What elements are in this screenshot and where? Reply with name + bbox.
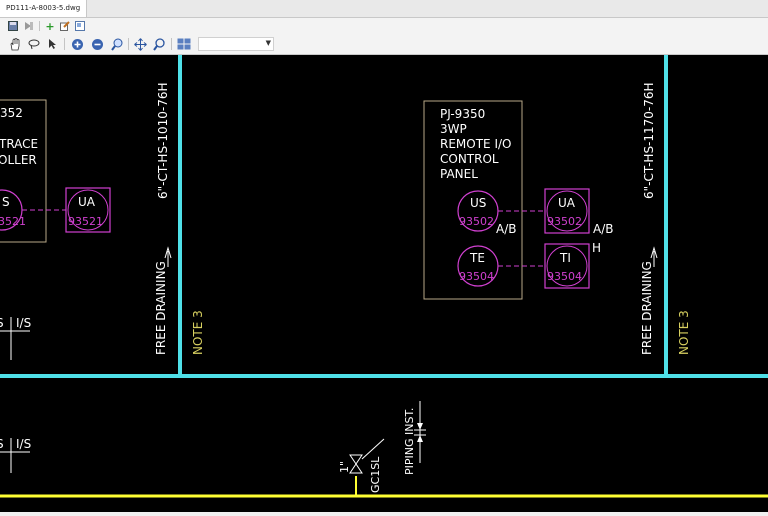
instrument-ti-num: 93504 — [547, 270, 582, 283]
left-panel-line1: TRACE — [0, 137, 38, 151]
panel-id: PJ-9350 — [440, 107, 485, 121]
is-label-upper: I/S — [16, 316, 31, 330]
piping-arrow-bottom — [417, 435, 423, 442]
view-dropdown[interactable]: ▼ — [198, 37, 274, 51]
instrument-ua-num: 93502 — [547, 215, 582, 228]
document-tab-bar: PD111-A-8003-5.dwg — [0, 0, 768, 18]
free-draining-right: FREE DRAINING — [640, 261, 654, 355]
left-panel-line2: OLLER — [0, 153, 37, 167]
chevron-down-icon: ▼ — [265, 39, 271, 47]
toolbar-row-1: + — [0, 18, 768, 34]
instrument-us-left-tag: S — [2, 195, 10, 209]
drawing-canvas[interactable]: 352 TRACE OLLER S 3521 UA 93521 6"-CT-HS… — [0, 55, 768, 512]
separator — [171, 38, 172, 50]
h-label: H — [592, 241, 601, 255]
toolbar-row-2 — [0, 34, 768, 55]
piping-inst-label: PIPING INST. — [403, 408, 416, 475]
pipe-label-left: 6"-CT-HS-1010-76H — [156, 82, 170, 199]
ab-label-2: A/B — [593, 222, 613, 236]
panel-line2: REMOTE I/O — [440, 137, 511, 151]
instrument-us-left-num: 3521 — [0, 215, 26, 228]
is-partial-lower: S — [0, 437, 4, 451]
left-panel-id: 352 — [0, 106, 23, 120]
instrument-ti-tag: TI — [559, 251, 571, 265]
piping-arrow-top — [417, 423, 423, 430]
zoom-window-icon[interactable] — [110, 37, 124, 51]
valve-tag-label: GC1SL — [369, 456, 382, 493]
pan-hand-icon[interactable] — [8, 37, 22, 51]
lasso-icon[interactable] — [27, 37, 41, 51]
zoom-realtime-icon[interactable] — [152, 37, 166, 51]
panel-line3: CONTROL — [440, 152, 499, 166]
separator — [128, 38, 129, 50]
layout-icon[interactable] — [74, 20, 86, 32]
publish-icon[interactable] — [23, 20, 35, 32]
note-label-right: NOTE 3 — [677, 310, 691, 355]
separator — [64, 38, 65, 50]
valve-leader-line — [361, 438, 385, 460]
is-label-lower: I/S — [16, 437, 31, 451]
instrument-ua-left-num: 93521 — [68, 215, 103, 228]
instrument-ua-tag: UA — [558, 196, 576, 210]
valve-size-label: 1" — [338, 461, 351, 473]
panel-line1: 3WP — [440, 122, 467, 136]
valve-icon[interactable] — [349, 454, 363, 474]
instrument-ua-left-tag: UA — [78, 195, 96, 209]
save-icon[interactable] — [7, 20, 19, 32]
add-icon[interactable]: + — [44, 20, 56, 33]
instrument-us-num: 93502 — [459, 215, 494, 228]
drawing-svg: 352 TRACE OLLER S 3521 UA 93521 6"-CT-HS… — [0, 55, 768, 498]
is-partial-upper: S — [0, 316, 4, 330]
instrument-us-tag: US — [470, 196, 486, 210]
dropdown-value — [199, 46, 202, 55]
panel-line4: PANEL — [440, 167, 478, 181]
orbit-icon[interactable] — [133, 37, 147, 51]
note-label-left: NOTE 3 — [191, 310, 205, 355]
instrument-te-tag: TE — [469, 251, 485, 265]
edit-icon[interactable] — [59, 20, 71, 32]
free-draining-left: FREE DRAINING — [154, 261, 168, 355]
viewports-icon[interactable] — [176, 37, 192, 51]
document-tab[interactable]: PD111-A-8003-5.dwg — [0, 0, 88, 17]
instrument-te-num: 93504 — [459, 270, 494, 283]
zoom-in-icon[interactable] — [70, 37, 84, 51]
select-arrow-icon[interactable] — [46, 37, 60, 51]
separator — [39, 21, 40, 31]
zoom-out-icon[interactable] — [90, 37, 104, 51]
ab-label-1: A/B — [496, 222, 516, 236]
pipe-label-right: 6"-CT-HS-1170-76H — [642, 82, 656, 199]
